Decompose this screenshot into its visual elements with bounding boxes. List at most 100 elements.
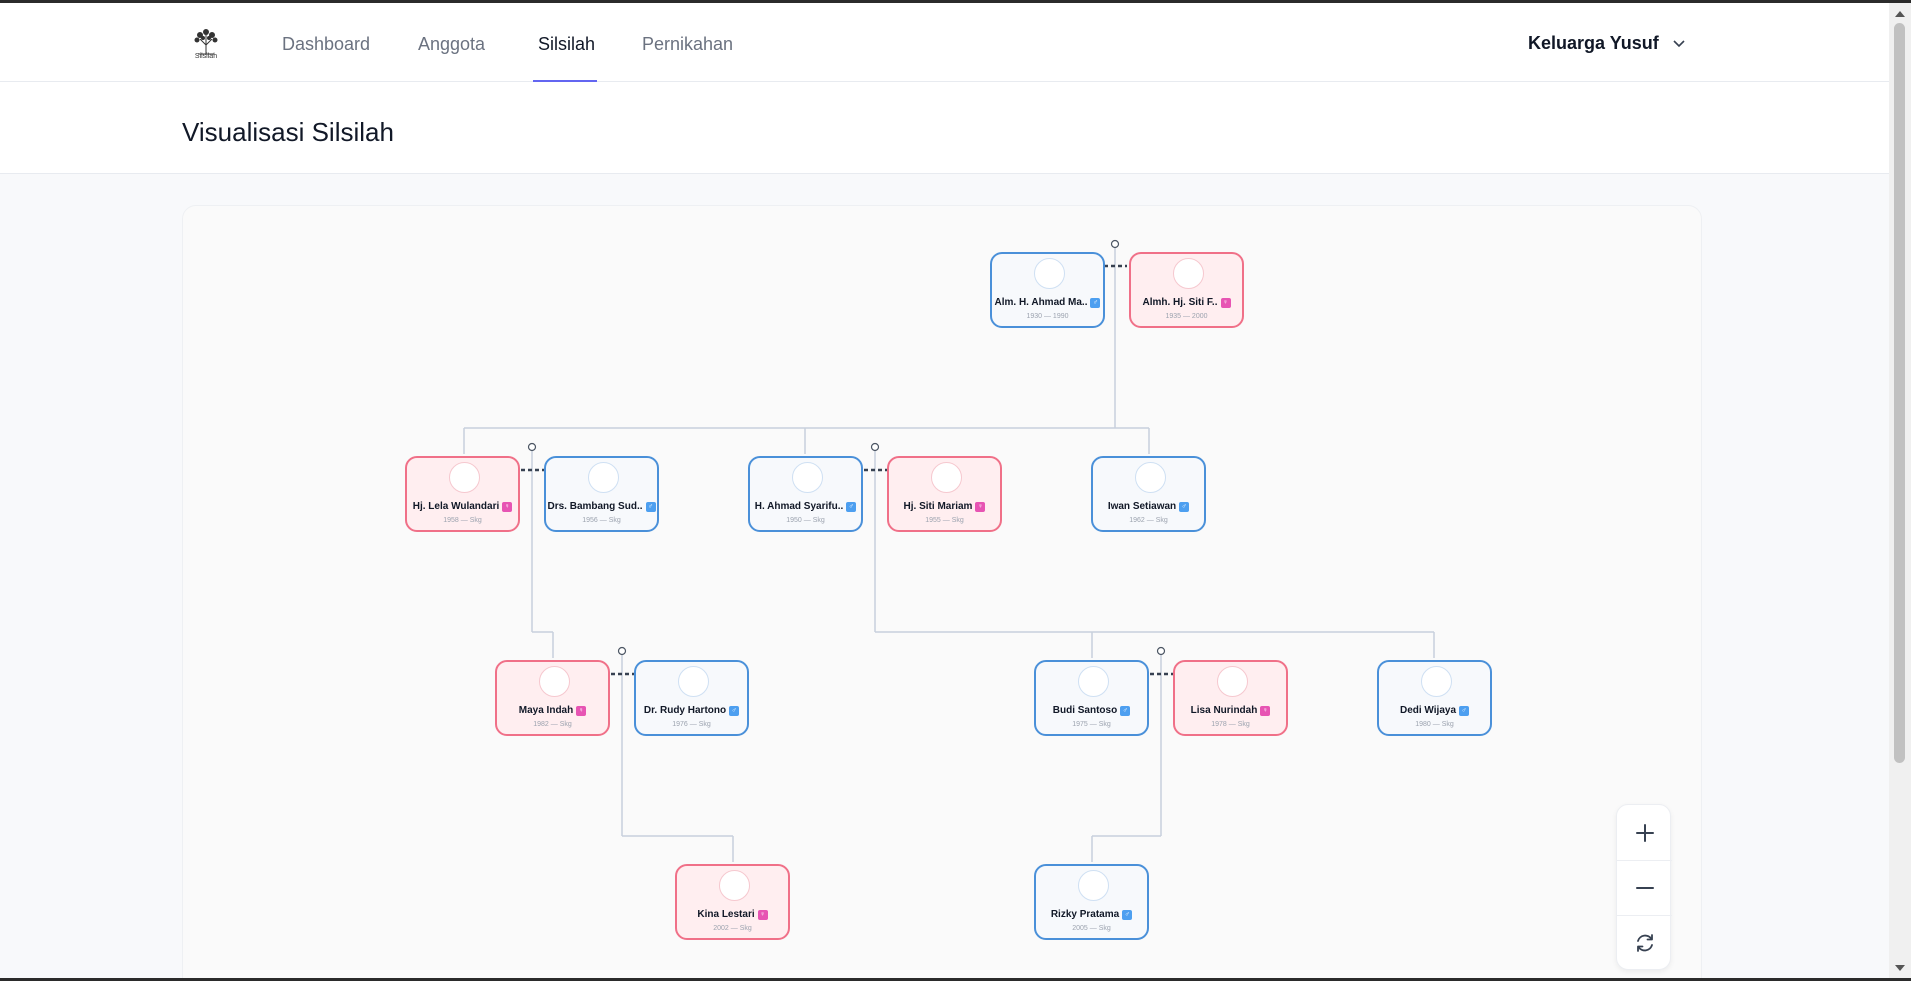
reset-view-button[interactable] [1617, 915, 1672, 970]
tree-logo-icon [194, 29, 218, 55]
vertical-scrollbar[interactable] [1889, 3, 1911, 978]
avatar [1135, 462, 1166, 493]
male-symbol-icon: ♂ [729, 706, 740, 716]
member-name-text: Hj. Lela Wulandari [412, 501, 500, 512]
member-name-text: Alm. H. Ahmad Ma.. [994, 297, 1088, 308]
avatar [1078, 666, 1109, 697]
avatar [792, 462, 823, 493]
member-years: 1958 — Skg [443, 517, 482, 524]
member-card-iwan[interactable]: Iwan Setiawan ♂ 1962 — Skg [1091, 456, 1206, 532]
member-name-text: Lisa Nurindah [1190, 705, 1258, 716]
chevron-down-icon [1673, 39, 1685, 47]
member-card-lisa[interactable]: Lisa Nurindah ♀ 1978 — Skg [1173, 660, 1288, 736]
member-card-rizky[interactable]: Rizky Pratama ♂ 2005 — Skg [1034, 864, 1149, 940]
scroll-down-arrow-icon[interactable] [1895, 965, 1905, 971]
female-symbol-icon: ♀ [1260, 706, 1271, 716]
male-symbol-icon: ♂ [846, 502, 857, 512]
family-tree-canvas[interactable]: Alm. H. Ahmad Ma.. ♂ 1930 — 1990 Almh. Hj. … [182, 205, 1702, 978]
member-card-kina[interactable]: Kina Lestari ♀ 2002 — Skg [675, 864, 790, 940]
member-years: 1955 — Skg [925, 517, 964, 524]
member-name-text: Dedi Wijaya [1399, 705, 1457, 716]
member-name: Hj. Lela Wulandari ♀ [407, 501, 518, 512]
member-name: Almh. Hj. Siti F.. ♀ [1131, 297, 1242, 308]
member-name: Alm. H. Ahmad Ma.. ♂ [992, 297, 1103, 308]
member-card-rudy[interactable]: Dr. Rudy Hartono ♂ 1976 — Skg [634, 660, 749, 736]
top-navbar: Silsilah Dashboard Anggota Silsilah Pern… [0, 3, 1889, 82]
member-name-text: Hj. Siti Mariam [903, 501, 973, 512]
member-years: 1976 — Skg [672, 721, 711, 728]
male-symbol-icon: ♂ [1459, 706, 1470, 716]
zoom-out-button[interactable] [1617, 860, 1672, 915]
member-name: Rizky Pratama ♂ [1036, 909, 1147, 920]
member-name-text: Rizky Pratama [1050, 909, 1120, 920]
female-symbol-icon: ♀ [975, 502, 986, 512]
member-card-siti-f[interactable]: Almh. Hj. Siti F.. ♀ 1935 — 2000 [1129, 252, 1244, 328]
nav-anggota[interactable]: Anggota [418, 3, 485, 82]
member-years: 1950 — Skg [786, 517, 825, 524]
member-name: Drs. Bambang Sud.. ♂ [546, 501, 657, 512]
avatar [1217, 666, 1248, 697]
member-card-budi[interactable]: Budi Santoso ♂ 1975 — Skg [1034, 660, 1149, 736]
member-name-text: Kina Lestari [697, 909, 755, 920]
member-card-ahmad-s[interactable]: H. Ahmad Syarifu.. ♂ 1950 — Skg [748, 456, 863, 532]
avatar [678, 666, 709, 697]
family-selector-label: Keluarga Yusuf [1528, 33, 1659, 53]
member-years: 1956 — Skg [582, 517, 621, 524]
member-card-bambang[interactable]: Drs. Bambang Sud.. ♂ 1956 — Skg [544, 456, 659, 532]
nav-silsilah[interactable]: Silsilah [538, 3, 595, 82]
zoom-in-button[interactable] [1617, 805, 1672, 860]
app-logo[interactable]: Silsilah [190, 27, 222, 63]
member-name: Maya Indah ♀ [497, 705, 608, 716]
avatar [1078, 870, 1109, 901]
female-symbol-icon: ♀ [502, 502, 513, 512]
avatar [449, 462, 480, 493]
avatar [539, 666, 570, 697]
member-years: 2002 — Skg [713, 925, 752, 932]
member-name-text: Budi Santoso [1052, 705, 1118, 716]
member-name: Iwan Setiawan ♂ [1093, 501, 1204, 512]
scroll-up-arrow-icon[interactable] [1895, 11, 1905, 17]
member-card-dedi[interactable]: Dedi Wijaya ♂ 1980 — Skg [1377, 660, 1492, 736]
member-years: 1962 — Skg [1129, 517, 1168, 524]
member-name: Kina Lestari ♀ [677, 909, 788, 920]
minus-icon [1635, 886, 1654, 889]
male-symbol-icon: ♂ [1120, 706, 1131, 716]
member-years: 1980 — Skg [1415, 721, 1454, 728]
member-years: 1975 — Skg [1072, 721, 1111, 728]
nav-pernikahan[interactable]: Pernikahan [642, 3, 733, 82]
member-card-maya[interactable]: Maya Indah ♀ 1982 — Skg [495, 660, 610, 736]
tree-connectors [463, 239, 1435, 862]
member-name: Dedi Wijaya ♂ [1379, 705, 1490, 716]
plus-icon [1635, 823, 1654, 842]
male-symbol-icon: ♂ [1179, 502, 1190, 512]
scroll-thumb[interactable] [1894, 23, 1905, 763]
female-symbol-icon: ♀ [576, 706, 587, 716]
avatar [1421, 666, 1452, 697]
avatar [719, 870, 750, 901]
nav-dashboard[interactable]: Dashboard [282, 3, 370, 82]
member-card-siti-m[interactable]: Hj. Siti Mariam ♀ 1955 — Skg [887, 456, 1002, 532]
member-name-text: H. Ahmad Syarifu.. [754, 501, 844, 512]
member-card-ahmad-ma[interactable]: Alm. H. Ahmad Ma.. ♂ 1930 — 1990 [990, 252, 1105, 328]
member-years: 2005 — Skg [1072, 925, 1111, 932]
family-selector[interactable]: Keluarga Yusuf [1528, 33, 1685, 54]
male-symbol-icon: ♂ [1122, 910, 1133, 920]
page-header: Visualisasi Silsilah [0, 82, 1889, 174]
member-name-text: Dr. Rudy Hartono [643, 705, 727, 716]
member-name-text: Maya Indah [518, 705, 574, 716]
member-name-text: Drs. Bambang Sud.. [547, 501, 643, 512]
male-symbol-icon: ♂ [1090, 298, 1101, 308]
page-title: Visualisasi Silsilah [182, 117, 394, 147]
member-years: 1982 — Skg [533, 721, 572, 728]
zoom-controls [1616, 804, 1672, 970]
female-symbol-icon: ♀ [1220, 298, 1231, 308]
member-card-lela[interactable]: Hj. Lela Wulandari ♀ 1958 — Skg [405, 456, 520, 532]
refresh-icon [1636, 933, 1653, 952]
member-name: Lisa Nurindah ♀ [1175, 705, 1286, 716]
logo-text: Silsilah [194, 53, 218, 60]
member-name: Budi Santoso ♂ [1036, 705, 1147, 716]
member-name-text: Almh. Hj. Siti F.. [1142, 297, 1218, 308]
avatar [1173, 258, 1204, 289]
member-name: H. Ahmad Syarifu.. ♂ [750, 501, 861, 512]
member-name: Dr. Rudy Hartono ♂ [636, 705, 747, 716]
